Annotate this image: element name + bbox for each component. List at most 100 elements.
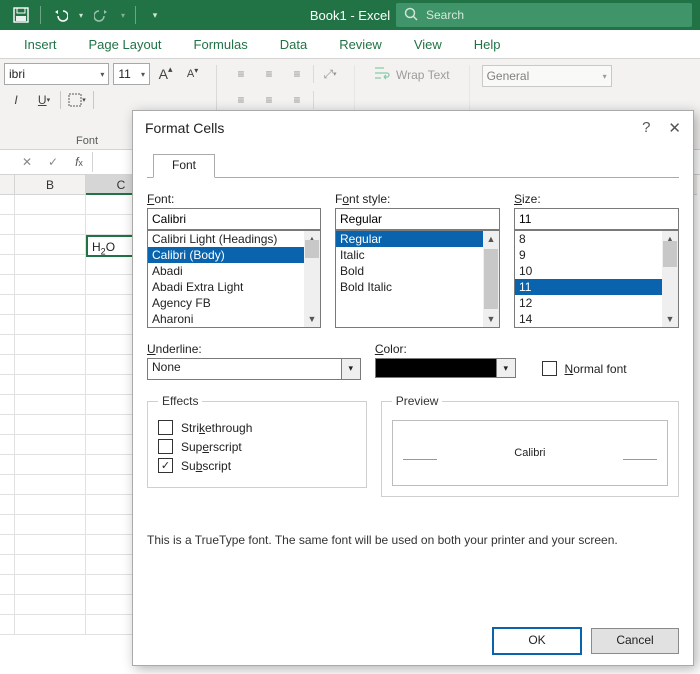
effects-legend: Effects	[158, 394, 202, 408]
list-item[interactable]: Bold	[336, 263, 499, 279]
scroll-down-icon[interactable]: ▼	[308, 311, 317, 327]
list-item[interactable]: 14	[515, 311, 678, 327]
font-name-combo[interactable]: ibri ▾	[4, 63, 109, 85]
search-placeholder: Search	[426, 8, 464, 22]
chevron-down-icon[interactable]: ▾	[342, 358, 361, 380]
font-style-label: Font style:	[335, 192, 500, 206]
size-input[interactable]	[514, 208, 679, 230]
size-listbox[interactable]: 8 9 10 11 12 14 ▲▼	[514, 230, 679, 328]
superscript-label: Superscript	[181, 440, 242, 454]
tab-review[interactable]: Review	[325, 31, 396, 58]
font-style-input[interactable]	[335, 208, 500, 230]
normal-font-checkbox[interactable]: Normal font	[542, 361, 679, 376]
chevron-down-icon[interactable]: ▾	[497, 358, 516, 378]
list-item[interactable]: 10	[515, 263, 678, 279]
column-header-b[interactable]: B	[15, 175, 86, 195]
font-style-listbox[interactable]: Regular Italic Bold Bold Italic ▲▼	[335, 230, 500, 328]
align-right-icon[interactable]: ≡	[285, 89, 309, 111]
preview-text: Calibri	[514, 447, 545, 459]
scrollbar[interactable]: ▲▼	[483, 231, 499, 327]
tab-data[interactable]: Data	[266, 31, 321, 58]
list-item[interactable]: Regular	[336, 231, 499, 247]
list-item[interactable]: Abadi Extra Light	[148, 279, 320, 295]
list-item[interactable]: Italic	[336, 247, 499, 263]
enter-entry-icon[interactable]: ✓	[40, 155, 66, 169]
borders-button[interactable]: ▾	[65, 89, 89, 111]
close-icon[interactable]: ✕	[668, 119, 681, 137]
save-icon[interactable]	[8, 3, 34, 27]
scroll-down-icon[interactable]: ▼	[666, 311, 675, 327]
font-group-label: Font	[76, 135, 98, 147]
undo-icon[interactable]	[47, 3, 73, 27]
redo-dropdown-icon[interactable]: ▾	[117, 3, 129, 27]
list-item[interactable]: Aharoni	[148, 311, 320, 327]
list-item[interactable]: 11	[515, 279, 678, 295]
align-top-icon[interactable]: ≡	[229, 63, 253, 85]
decrease-font-icon[interactable]: A▾	[181, 63, 204, 85]
tab-page-layout[interactable]: Page Layout	[75, 31, 176, 58]
scroll-up-icon[interactable]: ▲	[487, 231, 496, 247]
tab-help[interactable]: Help	[460, 31, 515, 58]
chevron-down-icon: ▾	[603, 72, 607, 81]
scrollbar[interactable]: ▲▼	[662, 231, 678, 327]
italic-button[interactable]: I	[4, 89, 28, 111]
list-item[interactable]: 9	[515, 247, 678, 263]
font-label: Font:	[147, 192, 321, 206]
align-left-icon[interactable]: ≡	[229, 89, 253, 111]
underline-label: Underline:	[147, 342, 361, 356]
qat-customize-icon[interactable]: ▾	[142, 3, 168, 27]
redo-icon[interactable]	[89, 3, 115, 27]
superscript-checkbox[interactable]: Superscript	[158, 439, 356, 454]
number-format-combo[interactable]: General ▾	[482, 65, 612, 87]
ok-button[interactable]: OK	[493, 628, 581, 654]
align-bottom-icon[interactable]: ≡	[285, 63, 309, 85]
color-dropdown[interactable]: ▾	[375, 358, 528, 378]
font-input[interactable]	[147, 208, 321, 230]
chevron-down-icon: ▾	[100, 70, 104, 79]
font-name-value: ibri	[9, 67, 25, 81]
size-label: Size:	[514, 192, 679, 206]
font-size-value: 11	[118, 67, 130, 81]
tab-insert[interactable]: Insert	[10, 31, 71, 58]
font-listbox[interactable]: Calibri Light (Headings) Calibri (Body) …	[147, 230, 321, 328]
strikethrough-label: Strikethrough	[181, 421, 252, 435]
scrollbar[interactable]: ▲▼	[304, 231, 320, 327]
fx-icon[interactable]: fx	[66, 155, 92, 169]
checkbox-icon	[542, 361, 557, 376]
list-item[interactable]: Calibri (Body)	[148, 247, 320, 263]
preview-legend: Preview	[392, 394, 443, 408]
dialog-title: Format Cells	[145, 120, 224, 136]
chevron-down-icon: ▾	[141, 70, 145, 79]
tab-formulas[interactable]: Formulas	[180, 31, 262, 58]
tab-view[interactable]: View	[400, 31, 456, 58]
orientation-icon[interactable]: ⤢▾	[318, 63, 342, 85]
list-item[interactable]: Agency FB	[148, 295, 320, 311]
undo-dropdown-icon[interactable]: ▾	[75, 3, 87, 27]
cancel-button[interactable]: Cancel	[591, 628, 679, 654]
dialog-tab-font[interactable]: Font	[153, 154, 215, 178]
align-center-icon[interactable]: ≡	[257, 89, 281, 111]
scroll-down-icon[interactable]: ▼	[487, 311, 496, 327]
increase-font-icon[interactable]: A▴	[154, 63, 177, 85]
color-label: Color:	[375, 342, 528, 356]
list-item[interactable]: Abadi	[148, 263, 320, 279]
list-item[interactable]: 12	[515, 295, 678, 311]
wrap-text-label: Wrap Text	[396, 68, 450, 82]
align-middle-icon[interactable]: ≡	[257, 63, 281, 85]
cell-c3-text1: H	[92, 240, 101, 254]
help-icon[interactable]: ?	[642, 119, 650, 137]
wrap-text-button[interactable]: Wrap Text	[367, 63, 457, 86]
search-box[interactable]: Search	[396, 3, 692, 27]
color-swatch	[375, 358, 497, 378]
number-format-value: General	[487, 69, 530, 83]
subscript-checkbox[interactable]: ✓Subscript	[158, 458, 356, 473]
checkbox-icon	[158, 420, 173, 435]
strikethrough-checkbox[interactable]: Strikethrough	[158, 420, 356, 435]
list-item[interactable]: Bold Italic	[336, 279, 499, 295]
list-item[interactable]: 8	[515, 231, 678, 247]
cancel-entry-icon[interactable]: ✕	[14, 155, 40, 169]
font-size-combo[interactable]: 11 ▾	[113, 63, 150, 85]
underline-button[interactable]: U ▾	[32, 89, 56, 111]
underline-dropdown[interactable]: None ▾	[147, 358, 361, 380]
list-item[interactable]: Calibri Light (Headings)	[148, 231, 320, 247]
